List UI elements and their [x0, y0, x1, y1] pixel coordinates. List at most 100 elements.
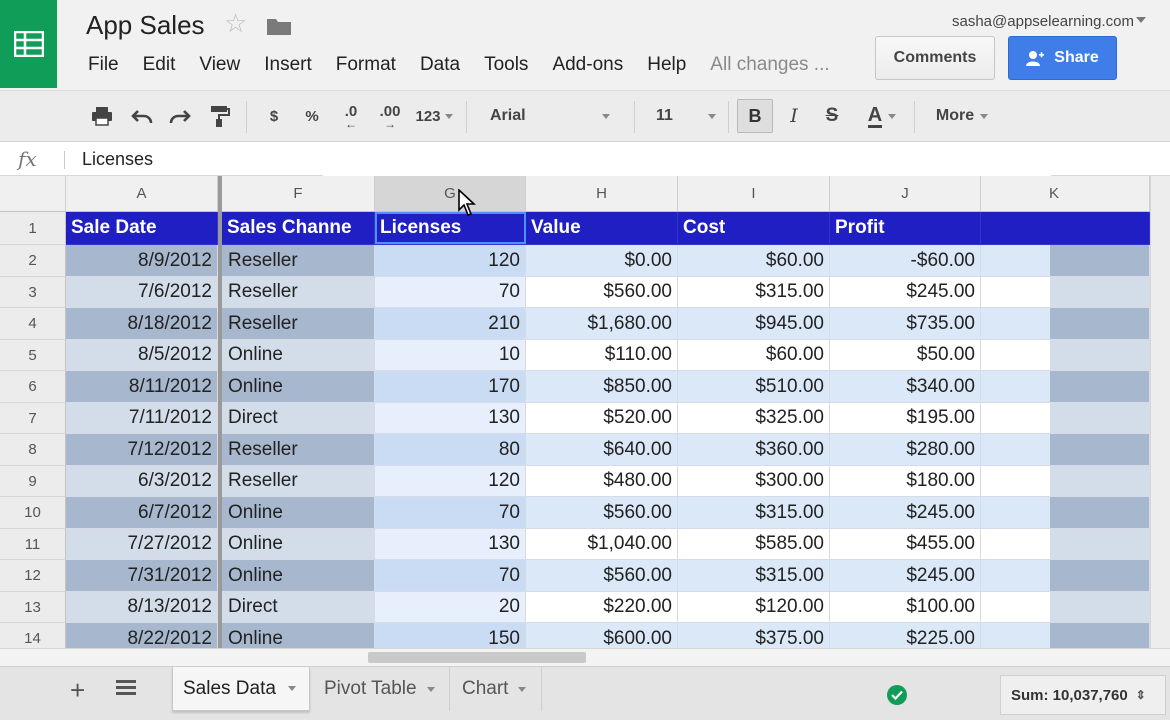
column-header-a[interactable]: A	[66, 176, 218, 212]
frozen-column-divider[interactable]	[218, 176, 222, 648]
cell-profit[interactable]: $100.00	[830, 592, 981, 623]
cell-cost[interactable]: $315.00	[678, 277, 830, 308]
cell-k[interactable]	[981, 466, 1150, 497]
cell-sale-date[interactable]: 7/11/2012	[66, 403, 218, 434]
row-header[interactable]: 6	[0, 371, 66, 403]
cell-sale-date[interactable]: 6/3/2012	[66, 466, 218, 497]
cell-sale-date[interactable]: 8/22/2012	[66, 623, 218, 648]
menu-addons[interactable]: Add-ons	[552, 54, 623, 76]
cell-sales-channel[interactable]: Reseller	[222, 434, 375, 466]
cell-licenses[interactable]: 70	[375, 277, 526, 308]
save-status[interactable]: All changes ...	[710, 54, 829, 76]
menu-data[interactable]: Data	[420, 54, 460, 76]
row-header[interactable]: 2	[0, 245, 66, 277]
row-header[interactable]: 12	[0, 560, 66, 592]
cell-licenses[interactable]: 80	[375, 434, 526, 466]
cell-sales-channel[interactable]: Reseller	[222, 466, 375, 497]
cell-k[interactable]	[981, 340, 1150, 371]
percent-format-button[interactable]: %	[302, 91, 322, 141]
horizontal-scrollbar[interactable]	[0, 648, 1170, 666]
header-cell-k[interactable]	[981, 212, 1150, 245]
row-header[interactable]: 4	[0, 308, 66, 340]
cell-profit[interactable]: -$60.00	[830, 245, 981, 277]
cell-sales-channel[interactable]: Online	[222, 371, 375, 403]
cell-value[interactable]: $0.00	[526, 245, 678, 277]
spreadsheet-grid[interactable]: A F G H I J K 1 Sale Date Sales Channe L…	[0, 176, 1170, 648]
header-cell-value[interactable]: Value	[526, 212, 678, 245]
menu-help[interactable]: Help	[647, 54, 686, 76]
cell-licenses[interactable]: 150	[375, 623, 526, 648]
caret-down-icon[interactable]	[287, 686, 296, 691]
row-header[interactable]: 5	[0, 340, 66, 371]
bold-button[interactable]: B	[737, 99, 773, 133]
column-header-i[interactable]: I	[678, 176, 830, 212]
menu-view[interactable]: View	[199, 54, 240, 76]
cell-value[interactable]: $560.00	[526, 497, 678, 529]
menu-format[interactable]: Format	[336, 54, 396, 76]
row-header[interactable]: 13	[0, 592, 66, 623]
cell-licenses[interactable]: 70	[375, 497, 526, 529]
increase-decimals-button[interactable]: .00 →	[374, 91, 406, 141]
currency-format-button[interactable]: $	[264, 91, 284, 141]
header-cell-licenses[interactable]: Licenses	[375, 212, 526, 245]
cell-sales-channel[interactable]: Direct	[222, 403, 375, 434]
cell-k[interactable]	[981, 308, 1150, 340]
cell-cost[interactable]: $375.00	[678, 623, 830, 648]
column-header-j[interactable]: J	[830, 176, 981, 212]
row-header[interactable]: 1	[0, 212, 66, 245]
cell-k[interactable]	[981, 529, 1150, 560]
row-header[interactable]: 3	[0, 277, 66, 308]
cell-profit[interactable]: $245.00	[830, 277, 981, 308]
cell-k[interactable]	[981, 592, 1150, 623]
share-button[interactable]: Share	[1008, 36, 1117, 80]
cell-k[interactable]	[981, 497, 1150, 529]
cell-licenses[interactable]: 210	[375, 308, 526, 340]
cell-licenses[interactable]: 120	[375, 466, 526, 497]
cell-value[interactable]: $640.00	[526, 434, 678, 466]
cell-cost[interactable]: $585.00	[678, 529, 830, 560]
header-cell-sales-channel[interactable]: Sales Channe	[222, 212, 375, 245]
cell-cost[interactable]: $60.00	[678, 340, 830, 371]
cell-cost[interactable]: $510.00	[678, 371, 830, 403]
strikethrough-button[interactable]: S	[820, 91, 844, 141]
star-icon[interactable]: ☆	[224, 10, 247, 36]
cell-k[interactable]	[981, 560, 1150, 592]
cell-profit[interactable]: $195.00	[830, 403, 981, 434]
cell-sales-channel[interactable]: Reseller	[222, 277, 375, 308]
text-color-button[interactable]: A	[858, 91, 906, 141]
cell-cost[interactable]: $315.00	[678, 560, 830, 592]
cell-value[interactable]: $850.00	[526, 371, 678, 403]
cell-sale-date[interactable]: 8/11/2012	[66, 371, 218, 403]
cell-sales-channel[interactable]: Online	[222, 497, 375, 529]
caret-down-icon[interactable]	[426, 686, 435, 692]
cell-profit[interactable]: $340.00	[830, 371, 981, 403]
cell-licenses[interactable]: 20	[375, 592, 526, 623]
select-all-corner[interactable]	[0, 176, 66, 212]
tab-sales-data[interactable]: Sales Data	[172, 667, 310, 711]
document-title[interactable]: App Sales	[86, 10, 205, 41]
cell-sales-channel[interactable]: Reseller	[222, 308, 375, 340]
cell-licenses[interactable]: 120	[375, 245, 526, 277]
cell-profit[interactable]: $455.00	[830, 529, 981, 560]
cell-licenses[interactable]: 70	[375, 560, 526, 592]
cell-cost[interactable]: $120.00	[678, 592, 830, 623]
cell-sales-channel[interactable]: Reseller	[222, 245, 375, 277]
formula-input[interactable]: Licenses	[82, 149, 153, 170]
cell-profit[interactable]: $245.00	[830, 497, 981, 529]
cell-licenses[interactable]: 10	[375, 340, 526, 371]
cell-sale-date[interactable]: 8/9/2012	[66, 245, 218, 277]
italic-button[interactable]: I	[782, 91, 806, 141]
row-header[interactable]: 9	[0, 466, 66, 497]
cell-k[interactable]	[981, 245, 1150, 277]
add-sheet-icon[interactable]: +	[70, 675, 85, 706]
row-header[interactable]: 11	[0, 529, 66, 560]
cell-cost[interactable]: $360.00	[678, 434, 830, 466]
column-header-k[interactable]: K	[981, 176, 1150, 212]
paint-format-icon[interactable]	[206, 91, 234, 141]
cell-licenses[interactable]: 130	[375, 403, 526, 434]
cell-value[interactable]: $560.00	[526, 560, 678, 592]
row-header[interactable]: 10	[0, 497, 66, 529]
cell-cost[interactable]: $300.00	[678, 466, 830, 497]
cell-value[interactable]: $560.00	[526, 277, 678, 308]
row-header[interactable]: 7	[0, 403, 66, 434]
